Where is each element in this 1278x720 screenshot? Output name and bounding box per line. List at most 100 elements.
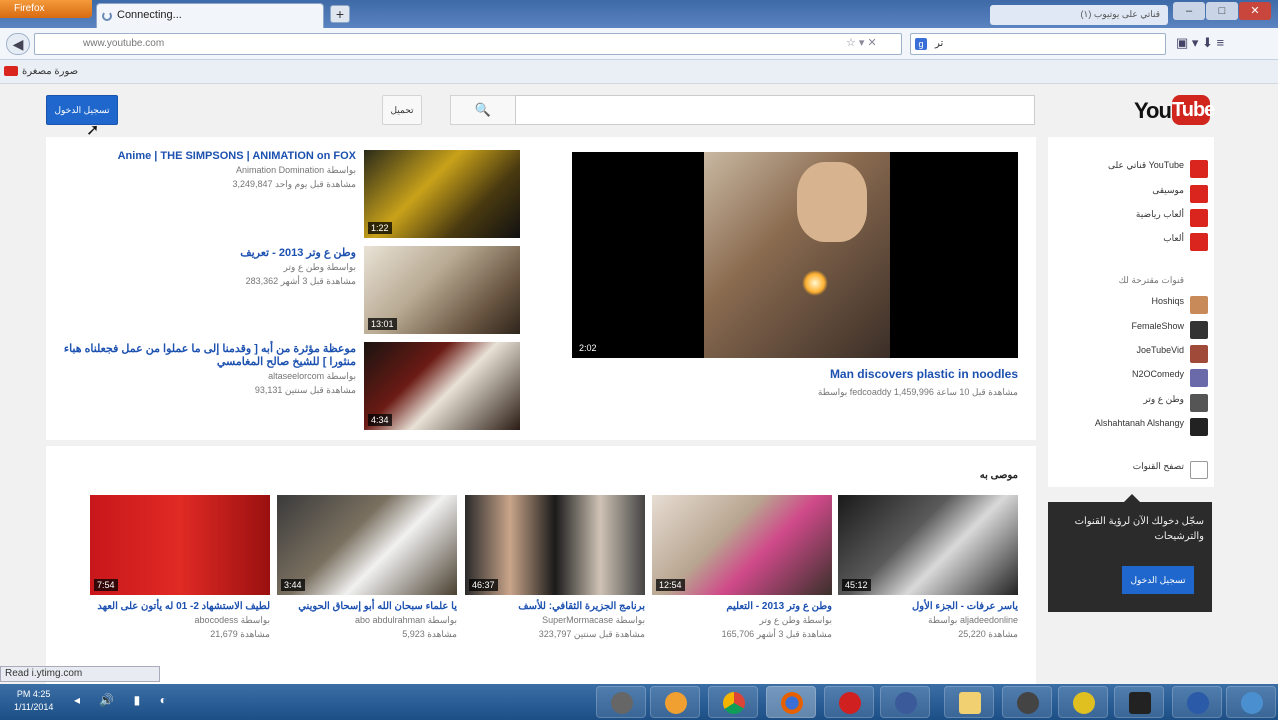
video-channel: بواسطة وطن ع وتر bbox=[283, 262, 356, 272]
video-thumbnail[interactable]: 12:54 bbox=[652, 495, 832, 595]
sidebar-item-music[interactable]: موسيقى bbox=[1152, 185, 1208, 205]
maximize-icon[interactable]: □ bbox=[1206, 2, 1238, 20]
google-icon[interactable]: g bbox=[915, 38, 927, 50]
avatar bbox=[1190, 296, 1208, 314]
channel-icon bbox=[1190, 160, 1208, 178]
video-duration: 1:22 bbox=[368, 222, 392, 234]
taskbar-bluetooth-icon[interactable] bbox=[1172, 686, 1222, 718]
firefox-icon bbox=[781, 692, 803, 714]
featured-video-thumbnail[interactable]: 2:02 bbox=[572, 152, 1018, 358]
taskbar-chrome-icon[interactable] bbox=[708, 686, 758, 718]
taskbar-app-icon[interactable] bbox=[1226, 686, 1276, 718]
video-duration: 4:34 bbox=[368, 414, 392, 426]
taskbar-app-icon[interactable] bbox=[880, 686, 930, 718]
sidebar-item-label: وطن ع وتر bbox=[1143, 394, 1184, 404]
signin-button[interactable]: تسجيل الدخول bbox=[46, 95, 118, 125]
video-duration: 3:44 bbox=[281, 579, 305, 591]
video-title[interactable]: لطيف الاستشهاد 2- 01 له يأتون على العهد bbox=[90, 601, 270, 612]
close-icon[interactable]: ✕ bbox=[1239, 2, 1271, 20]
video-thumbnail[interactable]: 7:54 bbox=[90, 495, 270, 595]
new-tab-button[interactable]: + bbox=[330, 5, 350, 23]
firefox-menu-button[interactable]: Firefox bbox=[0, 0, 92, 18]
taskbar-folder-icon[interactable] bbox=[944, 686, 994, 718]
list-item[interactable]: 12:54 وطن ع وتر 2013 - التعليم بواسطة وط… bbox=[652, 495, 832, 640]
avatar bbox=[1190, 369, 1208, 387]
video-thumbnail[interactable]: 46:37 bbox=[465, 495, 645, 595]
featured-video-meta: بواسطة fedcoaddy 1,459,996 مشاهدة قبل 10… bbox=[817, 387, 1018, 397]
video-meta: 21,679 مشاهدة bbox=[210, 629, 270, 639]
video-duration: 13:01 bbox=[368, 318, 397, 330]
url-bar[interactable]: www.youtube.com bbox=[34, 33, 902, 55]
bookmark-item[interactable]: صورة مصغرة bbox=[22, 66, 78, 77]
list-item[interactable]: 3:44 يا علماء سبحان الله أبو إسحاق الحوي… bbox=[277, 495, 457, 640]
video-title[interactable]: موعظة مؤثرة من أبه [ وقدمنا إلى ما عملوا… bbox=[46, 342, 356, 368]
taskbar-app-icon[interactable] bbox=[596, 686, 646, 718]
taskbar-media-icon[interactable] bbox=[650, 686, 700, 718]
search-input[interactable] bbox=[515, 95, 1035, 125]
sidebar-item-channel[interactable]: وطن ع وتر bbox=[1143, 394, 1208, 414]
sidebar-item-channel[interactable]: N2OComedy bbox=[1132, 369, 1208, 389]
video-title[interactable]: وطن ع وتر 2013 - تعريف bbox=[46, 246, 356, 259]
bookmarks-bar bbox=[0, 60, 1278, 84]
sidebar-item-channel[interactable]: Alshahtanah Alshangy bbox=[1095, 418, 1208, 438]
minimize-icon[interactable]: – bbox=[1173, 2, 1205, 20]
sidebar-item-channel[interactable]: Hoshiqs bbox=[1151, 296, 1208, 316]
video-thumbnail[interactable]: 45:12 bbox=[838, 495, 1018, 595]
sidebar-item-browse[interactable]: تصفح القنوات bbox=[1133, 461, 1208, 481]
sidebar-item-my-channel[interactable]: قناتي على YouTube bbox=[1108, 160, 1208, 180]
list-item[interactable]: 7:54 لطيف الاستشهاد 2- 01 له يأتون على ا… bbox=[90, 495, 270, 640]
video-title[interactable]: ياسر عرفات - الجزء الأول bbox=[838, 601, 1018, 612]
video-thumbnail[interactable]: 4:34 bbox=[364, 342, 520, 430]
video-duration: 46:37 bbox=[469, 579, 498, 591]
sidebar-item-channel[interactable]: JoeTubeVid bbox=[1136, 345, 1208, 365]
youtube-logo[interactable]: You Tube bbox=[1134, 92, 1215, 126]
taskbar-app-icon[interactable] bbox=[1002, 686, 1052, 718]
sidebar-item-label: ألعاب bbox=[1163, 233, 1184, 243]
taskbar-app-icon[interactable] bbox=[1114, 686, 1164, 718]
search-box[interactable]: g تر bbox=[910, 33, 1166, 55]
list-item[interactable]: 46:37 برنامج الجزيرة الثقافي: للأسف Supe… bbox=[465, 495, 645, 640]
promo-signin-button[interactable]: تسجيل الدخول bbox=[1122, 566, 1194, 594]
video-thumbnail[interactable]: 1:22 bbox=[364, 150, 520, 238]
video-title[interactable]: برنامج الجزيرة الثقافي: للأسف bbox=[465, 601, 645, 612]
video-meta: 283,362 مشاهدة قبل 3 أشهر bbox=[245, 276, 356, 286]
status-bar: Read i.ytimg.com bbox=[0, 666, 160, 682]
featured-video-title[interactable]: Man discovers plastic in noodles bbox=[700, 367, 1018, 381]
video-title[interactable]: يا علماء سبحان الله أبو إسحاق الحويني bbox=[277, 601, 457, 612]
sidebar-item-label: تصفح القنوات bbox=[1132, 461, 1184, 471]
sidebar-item-games[interactable]: ألعاب bbox=[1163, 233, 1208, 253]
tab-other[interactable]: (۱) قناتي على يوتيوب bbox=[990, 5, 1168, 25]
back-arrow-icon[interactable]: ◀ bbox=[6, 33, 30, 55]
clock-time: PM 4:25 bbox=[16, 689, 51, 699]
sidebar-item-sports[interactable]: ألعاب رياضية bbox=[1136, 209, 1208, 229]
video-thumbnail[interactable]: 3:44 bbox=[277, 495, 457, 595]
clock[interactable]: PM 4:25 1/11/2014 bbox=[14, 688, 53, 714]
system-tray[interactable]: ◂ 🔊 ▮ ◐ bbox=[74, 693, 175, 707]
video-title[interactable]: Anime | THE SIMPSONS | ANIMATION on FOX bbox=[46, 150, 356, 162]
upload-button[interactable]: تحميل bbox=[382, 95, 422, 125]
video-channel: abocodess بواسطة bbox=[194, 615, 270, 625]
window-controls: – □ ✕ bbox=[1172, 2, 1276, 22]
youtube-bookmark-icon[interactable] bbox=[4, 66, 18, 76]
video-thumbnail[interactable]: 13:01 bbox=[364, 246, 520, 334]
star-icon[interactable]: ☆ ▾ ✕ bbox=[846, 36, 877, 49]
list-item[interactable]: 45:12 ياسر عرفات - الجزء الأول بواسطة al… bbox=[838, 495, 1018, 640]
sidebar-item-label: N2OComedy bbox=[1131, 369, 1184, 379]
video-meta: 165,706 مشاهدة قبل 3 أشهر bbox=[721, 629, 832, 639]
chrome-icon bbox=[723, 692, 745, 714]
video-duration: 45:12 bbox=[842, 579, 871, 591]
video-meta: 93,131 مشاهدة قبل سنتين bbox=[254, 385, 356, 395]
taskbar-firefox-icon[interactable] bbox=[766, 686, 816, 718]
toolbar-icons[interactable]: ▣ ▾ ⬇ ≡ bbox=[1176, 35, 1224, 51]
sidebar-item-channel[interactable]: FemaleShow bbox=[1131, 321, 1208, 341]
app-icon bbox=[611, 692, 633, 714]
tab-connecting[interactable]: Connecting... bbox=[96, 3, 324, 28]
taskbar-app-icon[interactable] bbox=[1058, 686, 1108, 718]
video-title[interactable]: وطن ع وتر 2013 - التعليم bbox=[652, 601, 832, 612]
video-channel: بواسطة وطن ع وتر bbox=[759, 615, 832, 625]
sidebar-item-label: قناتي على YouTube bbox=[1108, 160, 1184, 170]
plus-icon bbox=[1190, 461, 1208, 479]
taskbar-app-icon[interactable] bbox=[824, 686, 874, 718]
search-button[interactable]: 🔍 bbox=[450, 95, 516, 125]
clock-date: 1/11/2014 bbox=[14, 702, 54, 712]
